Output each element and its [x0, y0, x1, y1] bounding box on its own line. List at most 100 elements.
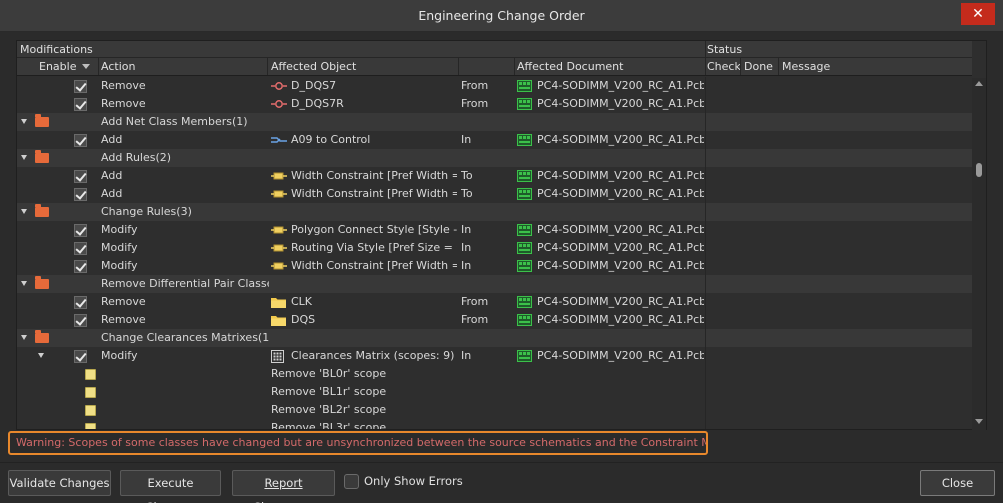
- sub-row[interactable]: Remove 'BL3r' scope: [17, 419, 972, 430]
- table-row[interactable]: Remove D_DQS7 From PC4-SODIMM_V200_RC_A1.Pc…: [17, 77, 972, 95]
- ecm-rows: Remove D_DQS7 From PC4-SODIMM_V200_RC_A1.Pc…: [17, 77, 972, 430]
- action-cell: Modify: [101, 259, 138, 272]
- scroll-up-icon[interactable]: [975, 81, 983, 86]
- header-done[interactable]: Done: [744, 58, 773, 75]
- sub-row[interactable]: Remove 'BL1r' scope: [17, 383, 972, 401]
- table-row[interactable]: Remove CLK From PC4-SODIMM_V200_RC_A1.PcbDo: [17, 293, 972, 311]
- group-folder-icon: [35, 330, 49, 343]
- pcb-document-icon: [517, 224, 532, 236]
- enable-checkbox[interactable]: [74, 296, 87, 309]
- header-message[interactable]: Message: [782, 58, 830, 75]
- affected-document-cell: PC4-SODIMM_V200_RC_A1.PcbDo: [537, 241, 704, 254]
- enable-checkbox[interactable]: [74, 98, 87, 111]
- sub-row[interactable]: Remove 'BL2r' scope: [17, 401, 972, 419]
- scope-change-cell: Remove 'BL2r' scope: [271, 403, 387, 416]
- only-show-errors-checkbox[interactable]: [344, 474, 359, 489]
- scope-item-icon: [85, 369, 96, 380]
- expand-arrow-icon[interactable]: [21, 209, 27, 214]
- relation-cell: In: [461, 223, 472, 236]
- status-cell: [705, 293, 972, 311]
- group-row[interactable]: Change Clearances Matrixes(1): [17, 329, 972, 347]
- relation-cell: From: [461, 313, 489, 326]
- affected-document-cell: PC4-SODIMM_V200_RC_A1.PcbDo: [537, 295, 704, 308]
- window-title: Engineering Change Order: [418, 8, 585, 23]
- scope-change-cell: Remove 'BL3r' scope: [271, 421, 387, 430]
- netclass-icon: [271, 134, 287, 146]
- scope-item-icon: [85, 387, 96, 398]
- enable-checkbox[interactable]: [74, 170, 87, 183]
- pcb-document-icon: [517, 80, 532, 92]
- group-label: Change Rules(3): [101, 205, 192, 218]
- validate-changes-button[interactable]: Validate Changes: [8, 470, 111, 496]
- status-cell: [705, 239, 972, 257]
- pcb-document-icon: [517, 296, 532, 308]
- status-cell: [705, 419, 972, 429]
- enable-checkbox[interactable]: [74, 314, 87, 327]
- sub-row[interactable]: Remove 'BL0r' scope: [17, 365, 972, 383]
- affected-object-cell: Clearances Matrix (scopes: 9) -> (: [291, 349, 457, 362]
- status-cell: [705, 95, 972, 113]
- table-row[interactable]: Add Width Constraint [Pref Width = 'I To PC…: [17, 185, 972, 203]
- group-label: Remove Differential Pair Classes(: [101, 277, 269, 290]
- table-row[interactable]: Remove D_DQS7R From PC4-SODIMM_V200_RC_A1.P…: [17, 95, 972, 113]
- vertical-scrollbar[interactable]: [972, 78, 986, 430]
- enable-checkbox[interactable]: [74, 350, 87, 363]
- status-cell: [705, 113, 972, 131]
- expand-arrow-icon[interactable]: [38, 353, 44, 358]
- affected-object-cell: A09 to Control: [291, 133, 371, 146]
- close-button[interactable]: Close: [920, 470, 995, 496]
- rule-icon: [271, 224, 287, 236]
- relation-cell: In: [461, 241, 472, 254]
- table-row[interactable]: Add Width Constraint [Pref Width = 'I To PC…: [17, 167, 972, 185]
- table-row[interactable]: Modify Polygon Connect Style [Style - Re I…: [17, 221, 972, 239]
- enable-checkbox[interactable]: [74, 188, 87, 201]
- header-check[interactable]: Check: [707, 58, 741, 75]
- table-row[interactable]: Modify Width Constraint [Pref Width = (In…: [17, 257, 972, 275]
- group-row[interactable]: Add Net Class Members(1): [17, 113, 972, 131]
- enable-checkbox[interactable]: [74, 260, 87, 273]
- expand-arrow-icon[interactable]: [21, 119, 27, 124]
- affected-object-cell: Width Constraint [Pref Width = 'I: [291, 169, 457, 182]
- expand-arrow-icon[interactable]: [21, 281, 27, 286]
- header-enable[interactable]: Enable: [39, 58, 91, 75]
- group-folder-icon: [35, 276, 49, 289]
- pcb-document-icon: [517, 188, 532, 200]
- affected-object-cell: Routing Via Style [Pref Size = 0.4: [291, 241, 457, 254]
- enable-checkbox[interactable]: [74, 80, 87, 93]
- header-modifications[interactable]: Modifications: [20, 41, 93, 57]
- pcb-document-icon: [517, 350, 532, 362]
- enable-checkbox[interactable]: [74, 242, 87, 255]
- only-show-errors-label[interactable]: Only Show Errors: [364, 474, 463, 489]
- table-row[interactable]: Modify Routing Via Style [Pref Size = 0.4…: [17, 239, 972, 257]
- header-action[interactable]: Action: [101, 58, 135, 75]
- report-changes-label: Report Changes...: [253, 476, 314, 503]
- affected-object-cell: DQS: [291, 313, 316, 326]
- execute-changes-button[interactable]: Execute Changes: [120, 470, 221, 503]
- table-row[interactable]: Add A09 to Control In PC4-SODIMM_V200_RC_A1…: [17, 131, 972, 149]
- group-row[interactable]: Add Rules(2): [17, 149, 972, 167]
- window-close-button[interactable]: ✕: [961, 3, 995, 25]
- rule-icon: [271, 242, 287, 254]
- affected-document-cell: PC4-SODIMM_V200_RC_A1.PcbDo: [537, 169, 704, 182]
- header-affected-document[interactable]: Affected Document: [517, 58, 623, 75]
- button-bar: Validate Changes Execute Changes Report …: [0, 462, 1003, 503]
- header-affected-object[interactable]: Affected Object: [271, 58, 356, 75]
- relation-cell: To: [461, 169, 473, 182]
- enable-checkbox[interactable]: [74, 134, 87, 147]
- expand-arrow-icon[interactable]: [21, 155, 27, 160]
- header-status[interactable]: Status: [707, 41, 742, 57]
- expand-arrow-icon[interactable]: [21, 335, 27, 340]
- report-changes-button[interactable]: Report Changes...: [232, 470, 335, 503]
- table-row[interactable]: Modify Clearances Matrix (scopes: 9) -> (…: [17, 347, 972, 365]
- enable-checkbox[interactable]: [74, 224, 87, 237]
- group-row[interactable]: Change Rules(3): [17, 203, 972, 221]
- status-cell: [705, 275, 972, 293]
- affected-object-cell: Polygon Connect Style [Style - Re: [291, 223, 457, 236]
- relation-cell: In: [461, 259, 472, 272]
- action-cell: Add: [101, 169, 123, 182]
- scroll-thumb[interactable]: [976, 163, 982, 177]
- scroll-down-icon[interactable]: [975, 419, 983, 424]
- affected-document-cell: PC4-SODIMM_V200_RC_A1.PcbDo: [537, 133, 704, 146]
- table-row[interactable]: Remove DQS From PC4-SODIMM_V200_RC_A1.PcbDo: [17, 311, 972, 329]
- group-row[interactable]: Remove Differential Pair Classes(: [17, 275, 972, 293]
